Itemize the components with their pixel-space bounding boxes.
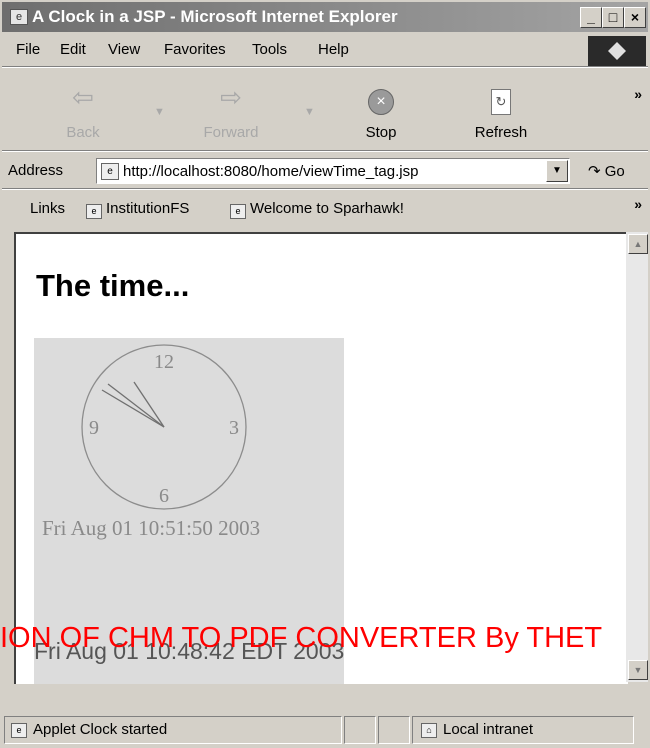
page-icon: e [11,723,27,738]
links-bar: Links e InstitutionFS e Welcome to Sparhaw… [2,192,648,226]
second-hand [133,381,165,428]
scroll-down-icon[interactable]: ▼ [628,660,648,680]
divider [2,150,648,152]
link-label: Welcome to Sparhawk! [250,200,404,217]
refresh-button[interactable]: ↻ Refresh [456,74,546,146]
title-bar[interactable]: e A Clock in a JSP - Microsoft Internet … [2,2,648,32]
address-dropdown-icon[interactable]: ▼ [546,160,568,182]
link-label: InstitutionFS [106,200,190,217]
page-icon: e [86,204,102,219]
go-arrow-icon: ↷ [588,163,601,180]
menu-favorites[interactable]: Favorites [164,41,226,58]
close-button[interactable]: × [624,7,646,28]
numeral-9: 9 [89,417,99,439]
right-arrow-icon: ⇨ [220,82,242,112]
menu-help[interactable]: Help [318,41,349,58]
stop-icon: × [368,89,394,115]
link-welcome-sparhawk[interactable]: e Welcome to Sparhawk! [230,200,404,219]
minute-hand [107,383,165,428]
menu-file[interactable]: File [16,41,40,58]
status-bar: e Applet Clock started ⌂ Local intranet [2,712,648,746]
maximize-button[interactable]: □ [602,7,624,28]
links-overflow-chevron[interactable]: » [634,196,642,212]
status-text: Applet Clock started [33,721,168,738]
minimize-button[interactable]: _ [580,7,602,28]
analog-clock: 12 3 6 9 [81,344,247,510]
forward-button[interactable]: ⇨ Forward [186,74,276,146]
back-button[interactable]: ⇦ Back [38,74,128,146]
window-title: A Clock in a JSP - Microsoft Internet Ex… [32,7,398,26]
hour-hand [101,389,165,428]
numeral-3: 3 [229,417,239,439]
page-heading: The time... [36,268,190,303]
divider [2,188,648,190]
standard-toolbar: ⇦ Back ▼ ⇨ Forward ▼ × Stop ↻ Refresh » [2,70,648,150]
page-viewport: The time... 12 3 6 9 Fri Aug 01 10:51:50… [14,232,628,684]
divider [2,66,648,68]
refresh-label: Refresh [474,124,528,141]
windows-logo-throbber [588,36,646,66]
refresh-icon: ↻ [491,89,511,115]
go-label: Go [604,163,625,180]
converter-watermark: ION OF CHM TO PDF CONVERTER By THET [0,622,603,654]
menu-bar: File Edit View Favorites Tools Help [2,34,582,64]
left-arrow-icon: ⇦ [72,82,94,112]
menu-edit[interactable]: Edit [60,41,86,58]
menu-tools[interactable]: Tools [252,41,287,58]
link-institutionfs[interactable]: e InstitutionFS [86,200,189,219]
menu-view[interactable]: View [108,41,140,58]
page-icon: e [230,204,246,219]
go-button[interactable]: ↷ Go [588,162,625,180]
scroll-up-icon[interactable]: ▲ [628,234,648,254]
numeral-6: 6 [159,485,169,507]
intranet-icon: ⌂ [421,723,437,738]
page-icon: e [101,163,119,180]
ie-page-icon: e [10,9,28,25]
back-dropdown-icon[interactable]: ▼ [154,106,165,118]
back-label: Back [66,124,100,141]
status-zone-panel: ⌂ Local intranet [412,716,634,744]
forward-dropdown-icon[interactable]: ▼ [304,106,315,118]
applet-date-text: Fri Aug 01 10:51:50 2003 [42,516,261,540]
vertical-scrollbar[interactable]: ▲ ▼ [626,232,648,682]
address-bar: Address e ▼ ↷ Go [2,154,648,188]
stop-label: Stop [365,124,397,141]
status-main-panel: e Applet Clock started [4,716,342,744]
status-panel [344,716,376,744]
address-field[interactable]: e ▼ [96,158,570,184]
status-panel [378,716,410,744]
forward-label: Forward [203,124,259,141]
stop-button[interactable]: × Stop [336,74,426,146]
browser-window: e A Clock in a JSP - Microsoft Internet … [0,0,650,748]
numeral-12: 12 [154,351,174,373]
links-label: Links [30,200,66,217]
windows-logo-icon [608,42,626,60]
address-input[interactable] [123,160,533,182]
zone-text: Local intranet [443,721,534,738]
address-label: Address [8,162,64,179]
toolbar-overflow-chevron[interactable]: » [634,86,642,102]
